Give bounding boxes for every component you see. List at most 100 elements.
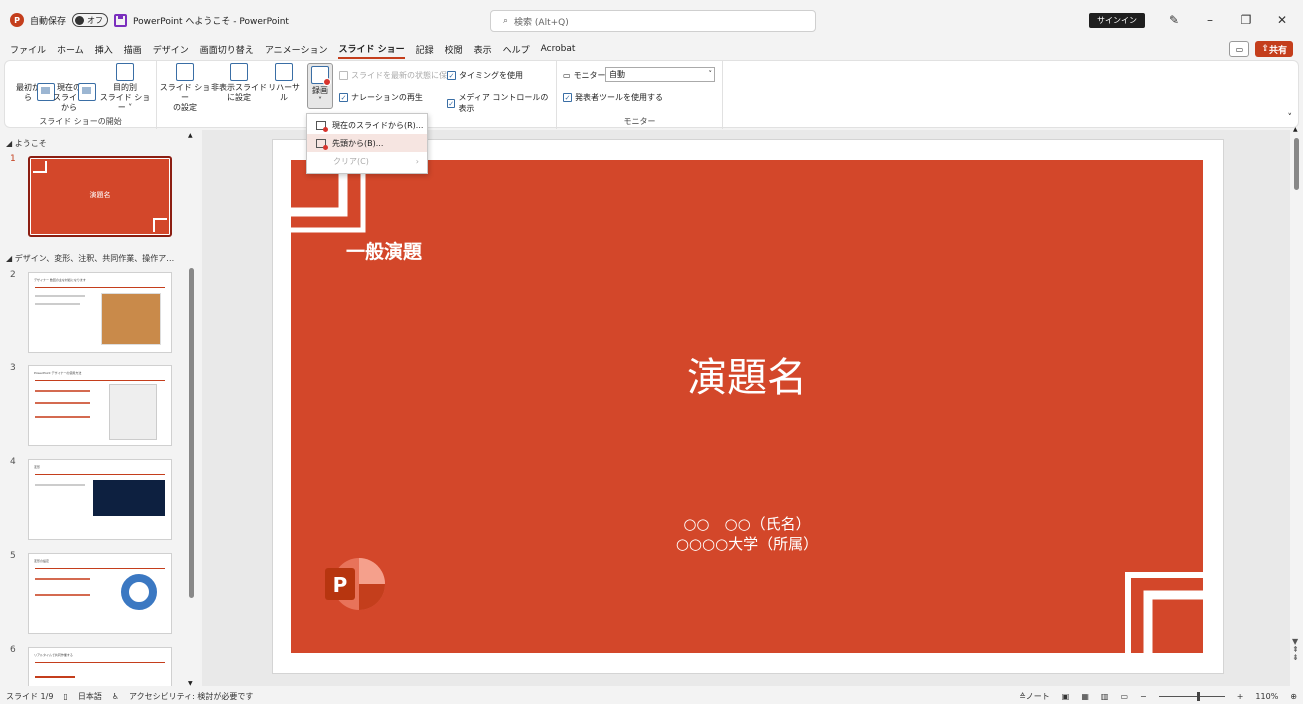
zoom-level[interactable]: 110% <box>1255 692 1278 701</box>
share-button[interactable]: ⇪ 共有 <box>1255 41 1293 57</box>
panel-scrollbar[interactable]: ▲ ▼ <box>188 132 195 686</box>
section-header-design[interactable]: ◢ デザイン、変形、注釈、共同作業、操作ア… <box>6 253 174 264</box>
thumb-text-line <box>35 303 80 305</box>
tab-insert[interactable]: 挿入 <box>95 43 113 58</box>
slide-number: 5 <box>10 551 16 561</box>
notes-button[interactable]: ≙ノート <box>1019 691 1050 702</box>
minimize-button[interactable]: – <box>1203 13 1217 27</box>
slide-number: 3 <box>10 363 16 373</box>
slideshow-view-icon[interactable]: ▭ <box>1120 692 1128 701</box>
chevron-right-icon: › <box>415 156 419 166</box>
monitor-icon: ▭ <box>563 71 571 80</box>
restore-button[interactable]: ❐ <box>1239 13 1253 27</box>
monitor-label: ▭ モニター: <box>563 70 608 81</box>
scroll-up-icon[interactable]: ▲ <box>188 132 193 139</box>
zoom-slider-knob[interactable] <box>1196 691 1200 701</box>
rehearse-button[interactable]: リハーサル <box>267 63 301 103</box>
share-icon: ⇪ <box>1261 44 1269 54</box>
tab-help[interactable]: ヘルプ <box>503 43 530 58</box>
slide-thumbnail-6[interactable]: リアルタイムで共同作業する <box>28 647 172 686</box>
editor-scrollbar[interactable]: ▲ ▼ ⇞ ⇟ <box>1290 126 1303 686</box>
scroll-up-icon[interactable]: ▲ <box>1293 126 1298 133</box>
show-media-controls-checkbox[interactable]: ✓ メディア コントロールの表示 <box>447 92 556 114</box>
clear-recording-item[interactable]: クリア(C) › <box>307 152 427 170</box>
tab-transitions[interactable]: 画面切り替え <box>200 43 254 58</box>
tab-draw[interactable]: 描画 <box>124 43 142 58</box>
setup-slideshow-button[interactable]: スライド ショー の設定 <box>157 63 213 113</box>
checkmark-icon: ✓ <box>563 93 572 102</box>
powerpoint-logo-icon: P <box>325 558 385 610</box>
use-timings-checkbox[interactable]: ✓ タイミングを使用 <box>447 70 523 81</box>
normal-view-icon[interactable]: ▣ <box>1062 692 1070 701</box>
thumb-text-line <box>35 594 90 596</box>
from-current-button[interactable]: 現在の スライドから <box>51 63 96 113</box>
slide-title[interactable]: 演題名 <box>291 345 1203 403</box>
comments-button[interactable]: ▭ <box>1229 41 1250 57</box>
tab-acrobat[interactable]: Acrobat <box>541 44 576 56</box>
ribbon-collapse-chevron-icon[interactable]: ˅ <box>1288 113 1293 123</box>
tab-review[interactable]: 校閲 <box>445 43 463 58</box>
group-label-start: スライド ショーの開始 <box>39 117 122 126</box>
slide-thumbnail-panel: ◢ ようこそ 1 演題名 ◢ デザイン、変形、注釈、共同作業、操作ア… 2 デザ… <box>0 130 200 686</box>
autosave-state: オフ <box>87 15 104 25</box>
slide-number: 6 <box>10 645 16 655</box>
tab-slideshow[interactable]: スライド ショー <box>338 42 405 59</box>
pen-icon[interactable]: ✎ <box>1167 13 1181 27</box>
tab-file[interactable]: ファイル <box>10 43 46 58</box>
share-label: 共有 <box>1268 45 1287 56</box>
spellcheck-icon[interactable]: ▯ <box>63 692 67 701</box>
custom-show-button[interactable]: 目的別 スライド ショー ˅ <box>97 63 153 113</box>
zoom-slider[interactable] <box>1158 691 1225 701</box>
reading-view-icon[interactable]: ▥ <box>1101 692 1109 701</box>
accessibility-status[interactable]: アクセシビリティ: 検討が必要です <box>129 691 253 702</box>
close-button[interactable]: ✕ <box>1275 13 1289 27</box>
hide-label-1: 非表示スライド <box>211 83 267 92</box>
hide-slide-button[interactable]: 非表示スライド に設定 <box>211 63 267 103</box>
slide-thumbnail-2[interactable]: デザイナー 数回の主な対処になります <box>28 272 172 353</box>
tab-animations[interactable]: アニメーション <box>265 43 328 58</box>
search-input[interactable]: ⌕ 検索 (Alt+Q) <box>490 10 816 32</box>
slide-thumbnail-4[interactable]: 変形 <box>28 459 172 540</box>
slide-nav-buttons[interactable]: ▼ ⇞ ⇟ <box>1292 638 1299 662</box>
tab-view[interactable]: 表示 <box>474 43 492 58</box>
record-from-current-item[interactable]: 現在のスライドから(R)... <box>307 116 427 134</box>
fit-slide-icon[interactable]: ⊕ <box>1290 692 1297 701</box>
save-icon[interactable] <box>114 13 128 27</box>
scrollbar-thumb[interactable] <box>189 268 194 598</box>
autosave-label: 自動保存 <box>30 16 67 27</box>
thumb-title: 変形 <box>34 465 41 469</box>
scrollbar-thumb[interactable] <box>1294 138 1299 190</box>
record-slide-icon <box>316 138 328 150</box>
tab-design[interactable]: デザイン <box>153 43 189 58</box>
keep-updated-label: スライドを最新の状態に保つ <box>351 71 455 80</box>
language-indicator[interactable]: 日本語 <box>78 691 102 702</box>
record-dropdown-menu: 現在のスライドから(R)... 先頭から(B)... クリア(C) › <box>306 113 428 174</box>
slide-sorter-icon[interactable]: ▦ <box>1081 692 1089 701</box>
record-button[interactable]: 録画 ˅ <box>307 63 333 109</box>
monitor-select[interactable]: 自動 ˅ <box>605 67 715 82</box>
current-slide[interactable]: 一般演題 演題名 ○○ ○○（氏名） ○○○○大学（所属） P <box>291 160 1203 653</box>
tab-record[interactable]: 記録 <box>416 43 434 58</box>
slide-subheading[interactable]: 一般演題 <box>346 237 422 264</box>
slide-thumbnail-1[interactable]: 演題名 <box>28 156 172 237</box>
powerpoint-app-icon: P <box>10 13 24 27</box>
hide-label-2: に設定 <box>227 93 251 102</box>
scroll-down-icon[interactable]: ▼ <box>188 680 193 686</box>
play-narration-checkbox[interactable]: ✓ ナレーションの再生 <box>339 92 423 103</box>
setup-label-1: スライド ショー <box>159 83 211 102</box>
toggle-knob-icon <box>75 15 85 25</box>
zoom-in-button[interactable]: + <box>1237 692 1244 701</box>
record-from-beginning-item[interactable]: 先頭から(B)... <box>307 134 427 152</box>
from-beginning-button[interactable]: 最初から <box>15 63 55 103</box>
slide-thumbnail-5[interactable]: 変形の設定 <box>28 553 172 634</box>
play-narration-label: ナレーションの再生 <box>351 93 423 102</box>
zoom-out-button[interactable]: − <box>1140 692 1147 701</box>
section-header-welcome[interactable]: ◢ ようこそ <box>6 138 47 149</box>
slide-presenter-block[interactable]: ○○ ○○（氏名） ○○○○大学（所属） <box>291 514 1203 554</box>
keep-updated-checkbox[interactable]: スライドを最新の状態に保つ <box>339 70 455 81</box>
autosave-toggle[interactable]: オフ <box>72 13 109 27</box>
tab-home[interactable]: ホーム <box>57 43 84 58</box>
slide-thumbnail-3[interactable]: PowerPoint デザイナーの使用方法 <box>28 365 172 446</box>
signin-button[interactable]: サインイン <box>1089 12 1145 28</box>
presenter-view-checkbox[interactable]: ✓ 発表者ツールを使用する <box>563 92 663 103</box>
